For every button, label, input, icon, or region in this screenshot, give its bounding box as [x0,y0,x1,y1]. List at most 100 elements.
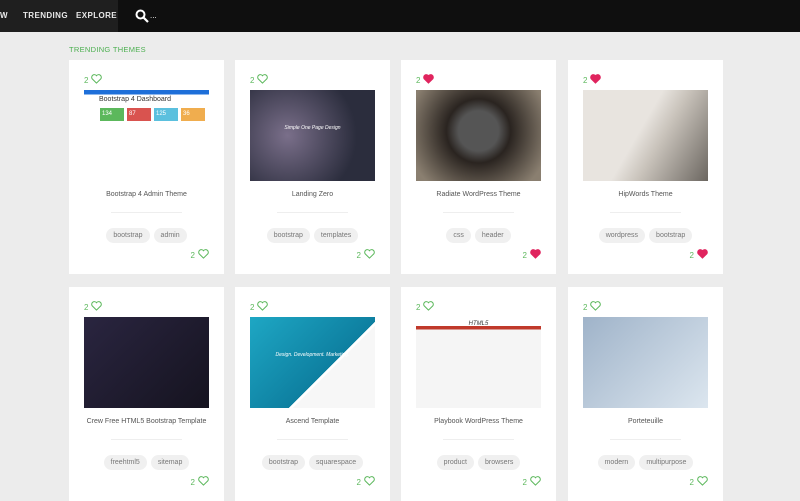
tag-list: wordpress bootstrap [568,228,723,243]
thumb-caption: Bootstrap 4 Dashboard [99,96,171,103]
tag[interactable]: squarespace [309,455,364,470]
tag[interactable]: bootstrap [106,228,150,243]
tag-list: modern multipurpose [568,455,723,470]
tag[interactable]: header [474,228,511,243]
search-button[interactable]: ... [135,9,159,25]
top-navbar: W TRENDING EXPLORE ... [0,0,800,32]
tag-list: bootstrap admin [69,228,224,243]
like-button[interactable]: 2 [523,249,541,261]
heart-icon [530,249,541,261]
like-count: 2 [356,250,361,260]
theme-card[interactable]: 2 Crew Free HTML5 Bootstrap Template fre… [69,287,224,501]
like-count: 2 [190,477,195,487]
divider [610,439,681,440]
like-count-top[interactable]: 2 [84,74,103,86]
theme-card[interactable]: 2 HipWords Theme wordpress bootstrap 2 [568,60,723,274]
theme-card[interactable]: 2 HTML5 Playbook WordPress Theme product… [401,287,556,501]
heart-icon [423,74,435,86]
tag[interactable]: product [436,455,474,470]
like-count-top[interactable]: 2 [416,301,435,313]
divider [111,439,182,440]
theme-card[interactable]: 2 Radiate WordPress Theme css header 2 [401,60,556,274]
tag[interactable]: modern [597,455,636,470]
like-count: 2 [84,75,89,85]
heart-icon [423,301,435,313]
heart-icon [257,74,269,86]
tag[interactable]: browsers [477,455,521,470]
tag[interactable]: templates [313,228,359,243]
divider [443,212,514,213]
tag[interactable]: sitemap [150,455,190,470]
like-count: 2 [689,477,694,487]
theme-thumbnail[interactable]: Bootstrap 4 Dashboard 134 87 125 36 [84,90,209,181]
divider [443,439,514,440]
heart-icon [530,476,541,488]
nav-item-new[interactable]: W [0,11,8,20]
thumb-caption: Simple One Page Design [284,125,341,131]
theme-thumbnail[interactable] [583,90,708,181]
tag[interactable]: bootstrap [266,228,310,243]
like-button[interactable]: 2 [690,476,708,488]
like-count: 2 [522,250,527,260]
like-count: 2 [416,75,421,85]
theme-title[interactable]: HipWords Theme [568,191,723,198]
thumb-stat: 87 [127,108,151,121]
theme-thumbnail[interactable] [583,317,708,408]
like-count: 2 [583,75,588,85]
theme-thumbnail[interactable]: HTML5 [416,317,541,408]
theme-thumbnail[interactable]: Simple One Page Design [250,90,375,181]
nav-item-trending[interactable]: TRENDING [23,11,68,20]
thumb-stat: 36 [181,108,205,121]
tag[interactable]: bootstrap [261,455,306,470]
like-button[interactable]: 2 [191,249,209,261]
theme-card[interactable]: 2 Bootstrap 4 Dashboard 134 87 125 36 Bootst… [69,60,224,274]
heart-icon [198,249,209,261]
like-count: 2 [583,302,588,312]
theme-title[interactable]: Bootstrap 4 Admin Theme [69,191,224,198]
heart-icon [590,74,602,86]
tag[interactable]: css [446,228,471,243]
tag[interactable]: bootstrap [649,228,693,243]
like-count-top[interactable]: 2 [84,301,103,313]
divider [277,439,348,440]
theme-title[interactable]: Crew Free HTML5 Bootstrap Template [69,418,224,425]
thumb-stat: 134 [100,108,124,121]
like-count-top[interactable]: 2 [250,301,269,313]
like-button[interactable]: 2 [523,476,541,488]
theme-card[interactable]: 2 Porteteuille modern multipurpose 2 [568,287,723,501]
theme-title[interactable]: Ascend Template [235,418,390,425]
tag[interactable]: admin [153,228,187,243]
thumb-stat: 125 [154,108,178,121]
nav-item-explore[interactable]: EXPLORE [76,11,117,20]
heart-icon [364,476,375,488]
like-button[interactable]: 2 [690,249,708,261]
like-count: 2 [356,477,361,487]
theme-title[interactable]: Porteteuille [568,418,723,425]
theme-thumbnail[interactable] [416,90,541,181]
like-button[interactable]: 2 [357,249,375,261]
theme-title[interactable]: Playbook WordPress Theme [401,418,556,425]
like-count: 2 [522,477,527,487]
search-icon [135,9,149,23]
tag[interactable]: multipurpose [639,455,694,470]
theme-thumbnail[interactable]: Design. Development. Marketing. [250,317,375,408]
theme-title[interactable]: Radiate WordPress Theme [401,191,556,198]
like-button[interactable]: 2 [191,476,209,488]
like-count-top[interactable]: 2 [583,301,602,313]
section-title: TRENDING THEMES [69,45,146,54]
tag[interactable]: freehtml5 [103,455,147,470]
like-count-top[interactable]: 2 [250,74,269,86]
heart-icon [257,301,269,313]
theme-thumbnail[interactable] [84,317,209,408]
search-ellipsis: ... [150,11,157,20]
like-count-top[interactable]: 2 [416,74,435,86]
like-count-top[interactable]: 2 [583,74,602,86]
heart-icon [697,476,708,488]
like-count: 2 [250,75,255,85]
theme-card[interactable]: 2 Design. Development. Marketing. Ascend… [235,287,390,501]
theme-card[interactable]: 2 Simple One Page Design Landing Zero bo… [235,60,390,274]
theme-title[interactable]: Landing Zero [235,191,390,198]
like-count: 2 [190,250,195,260]
tag[interactable]: wordpress [598,228,646,243]
like-button[interactable]: 2 [357,476,375,488]
